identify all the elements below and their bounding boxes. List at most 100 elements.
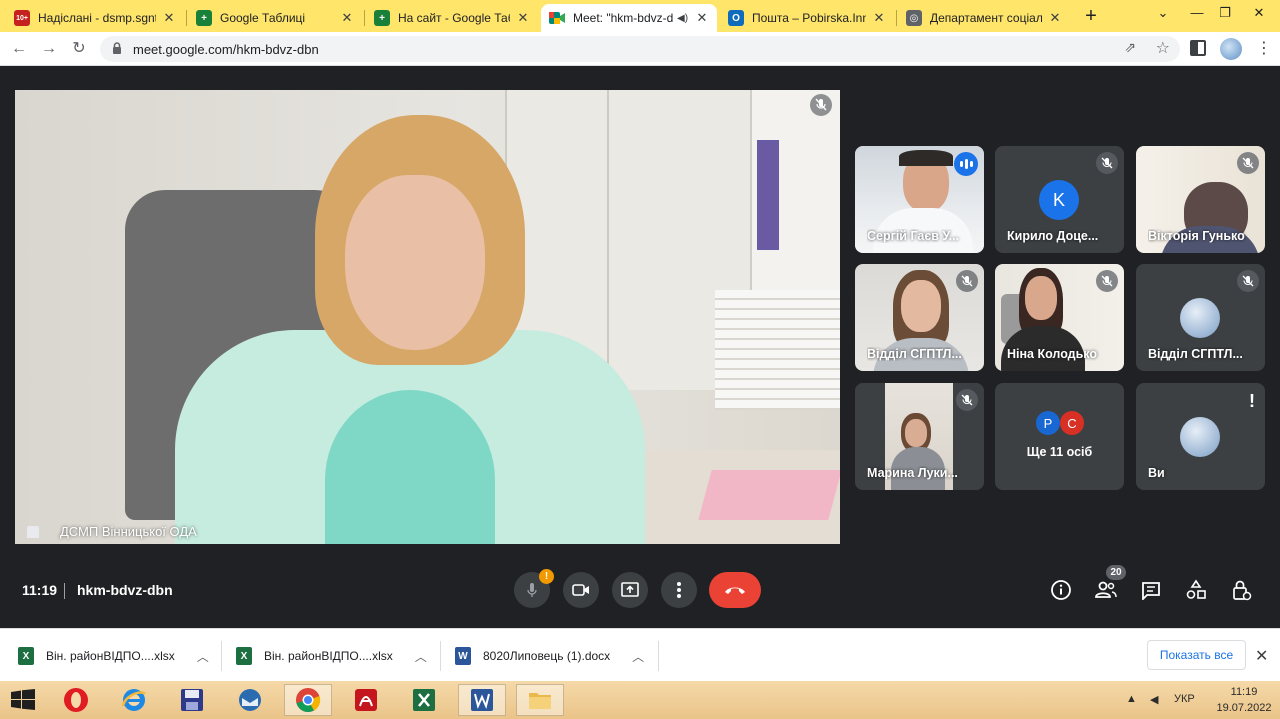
download-item[interactable]: X Він. районВІДПО....xlsx ︿ [236,641,427,671]
browser-menu-icon[interactable]: ⋮ [1256,38,1272,58]
lock-icon [113,42,121,54]
host-controls-lock-icon [1233,580,1252,601]
host-controls-button[interactable] [1229,578,1253,602]
download-shelf: X Він. районВІДПО....xlsx ︿ X Він. район… [0,628,1280,681]
download-item[interactable]: X Він. районВІДПО....xlsx ︿ [18,641,209,671]
tab-label: Meet: "hkm-bdvz-d [573,11,673,25]
close-window-icon[interactable]: ✕ [1244,2,1274,24]
people-button[interactable] [1094,578,1118,602]
taskbar-time: 11:19 [1230,686,1258,698]
participant-tile[interactable]: Відділ СГПТЛ... [1136,264,1265,371]
close-icon[interactable]: ✕ [1048,10,1062,26]
close-icon[interactable]: ✕ [1255,646,1268,666]
side-panel-icon[interactable] [1190,40,1206,56]
participant-name: Кирило Доце... [1007,229,1099,243]
more-participants-tile[interactable]: P C Ще 11 осіб [995,383,1124,490]
participant-count-badge: 20 [1106,565,1126,580]
participant-tile[interactable]: Ніна Колодько [995,264,1124,371]
speaking-indicator-icon [954,152,978,176]
chevron-up-icon[interactable]: ︿ [415,648,427,665]
avatar: C [1060,411,1084,435]
close-icon[interactable]: ✕ [340,10,354,26]
microphone-button[interactable]: ! [514,569,554,608]
opera-app-icon[interactable] [52,684,100,716]
tab-meet[interactable]: Meet: "hkm-bdvz-d ◀) ✕ [541,4,717,32]
close-icon[interactable]: ✕ [516,10,530,26]
chat-icon [1142,582,1160,600]
file-explorer-app-icon[interactable] [516,684,564,716]
pin-icon[interactable] [27,526,39,538]
more-options-button[interactable] [661,572,697,608]
participant-tile[interactable]: Відділ СГПТЛ... [855,264,984,371]
internet-explorer-app-icon[interactable] [110,684,158,716]
tab-department-site[interactable]: ◎ Департамент соціальн ✕ [898,4,1070,32]
present-screen-button[interactable] [612,572,648,608]
forward-arrow-icon[interactable]: → [38,38,60,60]
close-icon[interactable]: ✕ [695,10,709,26]
tab-label: На сайт - Google Табли [398,11,510,25]
leave-call-button[interactable] [709,572,761,608]
alert-icon[interactable]: ! [1249,391,1255,412]
tab-separator [186,10,187,26]
avatar: P [1036,411,1060,435]
tab-label: Пошта – Pobirska.Inna@ [752,11,866,25]
tab-outlook-mail[interactable]: O Пошта – Pobirska.Inna@ ✕ [720,4,894,32]
main-video-tile[interactable]: ДСМП Вінницької ОДА [15,90,840,544]
self-tile[interactable]: ! Ви [1136,383,1265,490]
avatar [1180,298,1220,338]
camera-button[interactable] [563,572,599,608]
show-hidden-icons-icon[interactable]: ▲ [1126,693,1137,705]
tab-sheets-for-site[interactable]: + На сайт - Google Табли ✕ [366,4,538,32]
participant-face [345,175,485,350]
chrome-app-icon[interactable] [284,684,332,716]
chevron-up-icon[interactable]: ︿ [632,648,644,665]
show-all-downloads-button[interactable]: Показать все [1147,640,1246,670]
download-item[interactable]: W 8020Липовець (1).docx ︿ [455,641,644,671]
chevron-down-icon[interactable]: ⌄ [1148,2,1178,24]
acrobat-app-icon[interactable] [342,684,390,716]
windows-start-icon[interactable] [10,689,36,711]
address-bar[interactable]: meet.google.com/hkm-bdvz-dbn ⇗ ☆ [100,36,1180,62]
tab-sent-mail[interactable]: 10+ Надіслані - dsmp.sgnt@ ✕ [6,4,184,32]
participant-tile[interactable]: Сергій Гаєв У... [855,146,984,253]
excel-app-icon[interactable] [400,684,448,716]
meeting-clock: 11:19 [22,582,58,598]
activities-button[interactable] [1184,578,1208,602]
minimize-icon[interactable]: — [1182,2,1212,24]
divider [440,641,441,671]
participant-tile[interactable]: Вікторія Гунько [1136,146,1265,253]
participant-tile[interactable]: Марина Луки... [855,383,984,490]
tab-label: Департамент соціальн [930,11,1042,25]
word-app-icon[interactable] [458,684,506,716]
excel-file-icon: X [18,647,34,665]
volume-icon[interactable]: ◀ [1150,693,1158,706]
chevron-up-icon[interactable]: ︿ [197,648,209,665]
tab-google-sheets[interactable]: + Google Таблиці ✕ [188,4,362,32]
taskbar-clock[interactable]: 11:19 19.07.2022 [1214,684,1274,716]
save-app-icon[interactable] [168,684,216,716]
close-icon[interactable]: ✕ [162,10,176,26]
video-scene-binder [757,140,779,250]
mic-off-icon [1237,152,1259,174]
thunderbird-app-icon[interactable] [226,684,274,716]
participant-tile[interactable]: K Кирило Доце... [995,146,1124,253]
bookmark-star-icon[interactable]: ☆ [1156,38,1170,58]
reload-icon[interactable]: ↻ [68,38,90,60]
back-arrow-icon[interactable]: ← [8,38,30,60]
download-filename: Він. районВІДПО....xlsx [264,649,393,663]
restore-icon[interactable]: ❐ [1210,2,1240,24]
mic-off-icon [1096,152,1118,174]
language-indicator[interactable]: УКР [1174,693,1195,705]
speaker-icon[interactable]: ◀) [677,13,689,24]
tab-label: Надіслані - dsmp.sgnt@ [38,11,156,25]
meeting-info-button[interactable] [1049,578,1073,602]
share-icon[interactable]: ⇗ [1124,39,1136,56]
windows-taskbar: ▲ ◀ УКР 11:19 19.07.2022 [0,681,1280,719]
video-scene-paper [698,470,840,520]
new-tab-button[interactable]: + [1080,6,1102,28]
tab-separator [364,10,365,26]
download-filename: 8020Липовець (1).docx [483,649,611,663]
chat-button[interactable] [1139,578,1163,602]
close-icon[interactable]: ✕ [872,10,886,26]
profile-avatar[interactable] [1220,38,1242,60]
